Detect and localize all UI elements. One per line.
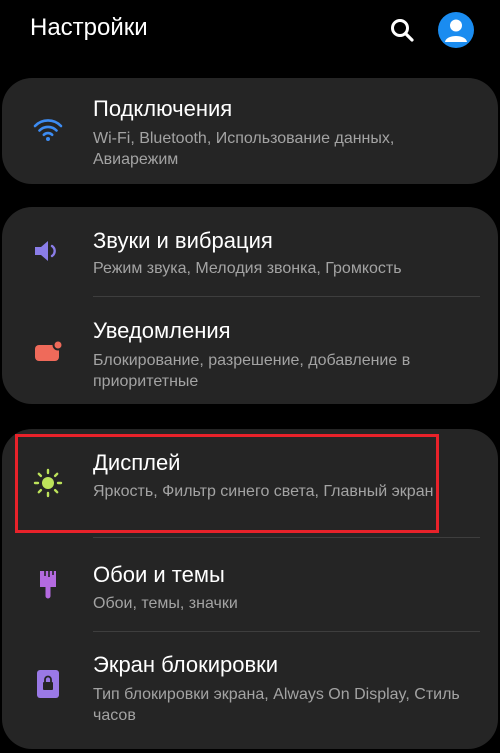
settings-item-title: Обои и темы	[93, 562, 225, 587]
settings-item-lock-screen[interactable]: Экран блокировки Тип блокировки экрана, …	[2, 632, 498, 749]
settings-item-subtitle: Блокирование, разрешение, добавление в п…	[93, 352, 411, 390]
settings-item-title: Подключения	[93, 96, 233, 121]
settings-item-connections[interactable]: Подключения Wi-Fi, Bluetooth, Использова…	[2, 78, 498, 184]
account-icon[interactable]	[438, 12, 474, 48]
settings-item-sounds[interactable]: Звуки и вибрация Режим звука, Мелодия зв…	[2, 207, 498, 297]
settings-group-connections: Подключения Wi-Fi, Bluetooth, Использова…	[2, 78, 498, 184]
settings-item-subtitle: Wi-Fi, Bluetooth, Использование данных, …	[93, 130, 395, 168]
speaker-icon	[32, 235, 64, 267]
paintbrush-icon	[32, 568, 64, 600]
settings-item-title: Экран блокировки	[93, 652, 279, 677]
page-title: Настройки	[30, 14, 148, 41]
settings-item-subtitle: Обои, темы, значки	[93, 595, 238, 612]
settings-item-title: Звуки и вибрация	[93, 228, 273, 253]
settings-item-title: Уведомления	[93, 318, 231, 343]
highlight-box	[15, 434, 439, 533]
wifi-icon	[32, 114, 64, 146]
settings-group-sound-notifications: Звуки и вибрация Режим звука, Мелодия зв…	[2, 207, 498, 404]
settings-item-wallpapers[interactable]: Обои и темы Обои, темы, значки	[2, 538, 498, 631]
settings-item-subtitle: Режим звука, Мелодия звонка, Громкость	[93, 260, 402, 277]
search-icon[interactable]	[388, 16, 418, 46]
lock-screen-icon	[32, 668, 64, 700]
notification-icon	[32, 337, 64, 369]
app-header: Настройки	[0, 0, 500, 64]
settings-item-subtitle: Тип блокировки экрана, Always On Display…	[93, 686, 460, 724]
settings-item-notifications[interactable]: Уведомления Блокирование, разрешение, до…	[2, 297, 498, 404]
